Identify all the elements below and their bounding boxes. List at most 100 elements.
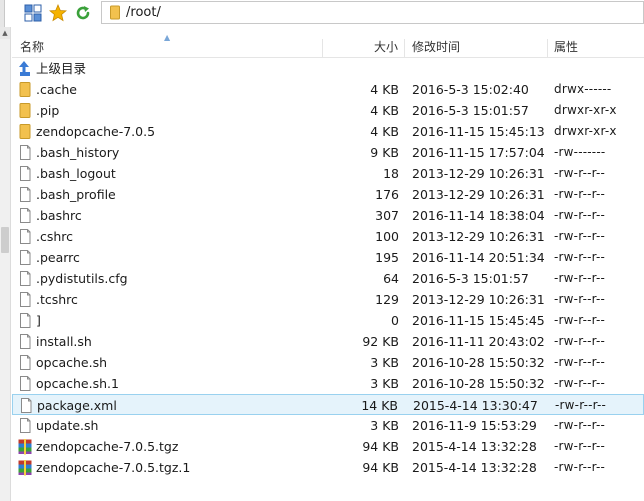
file-name: install.sh: [36, 334, 92, 349]
view-mode-button[interactable]: [22, 2, 44, 24]
file-modified-time: 2016-11-15 17:57:04: [412, 145, 545, 160]
file-attributes: -rw-r--r--: [554, 166, 606, 180]
file-row[interactable]: .cshrc 100 2013-12-29 10:26:31 -rw-r--r--: [12, 226, 644, 247]
file-size: 3 KB: [370, 418, 399, 433]
sort-ascending-icon: ▲: [164, 33, 171, 42]
column-divider[interactable]: [404, 39, 405, 57]
parent-directory-label: 上级目录: [36, 61, 87, 76]
file-attributes: -rw-------: [554, 145, 606, 159]
file-name: zendopcache-7.0.5.tgz.1: [36, 460, 191, 475]
file-modified-time: 2016-11-14 18:38:04: [412, 208, 545, 223]
file-row[interactable]: opcache.sh.1 3 KB 2016-10-28 15:50:32 -rw-r…: [12, 373, 644, 394]
file-size: 0: [391, 313, 399, 328]
file-name: .bash_history: [36, 145, 120, 160]
refresh-button[interactable]: [72, 2, 94, 24]
file-row[interactable]: update.sh 3 KB 2016-11-9 15:53:29 -rw-r--r-…: [12, 415, 644, 436]
file-icon: [20, 208, 31, 223]
file-icon: [20, 250, 31, 265]
file-modified-time: 2016-5-3 15:01:57: [412, 103, 529, 118]
file-name: .bash_profile: [36, 187, 116, 202]
file-size: 4 KB: [370, 82, 399, 97]
archive-icon: [18, 460, 32, 476]
file-modified-time: 2013-12-29 10:26:31: [412, 187, 545, 202]
file-icon: [20, 418, 31, 433]
scroll-up-arrow-icon[interactable]: ▲: [0, 27, 10, 39]
file-list: 上级目录 .cache 4 KB 2016-5-3 15:02:40 drwx----…: [12, 58, 644, 478]
file-row[interactable]: .pearrc 195 2016-11-14 20:51:34 -rw-r--r--: [12, 247, 644, 268]
file-name: .pip: [36, 103, 60, 118]
window-edge: [0, 0, 5, 27]
file-icon: [20, 376, 31, 391]
file-attributes: -rw-r--r--: [554, 208, 606, 222]
address-bar[interactable]: /root/: [101, 1, 644, 24]
file-row[interactable]: package.xml 14 KB 2015-4-14 13:30:47 -rw-r-…: [12, 394, 644, 415]
column-divider[interactable]: [547, 39, 548, 57]
file-row[interactable]: zendopcache-7.0.5.tgz.1 94 KB 2015-4-14 13…: [12, 457, 644, 478]
folder-icon: [19, 124, 31, 139]
file-row[interactable]: .bashrc 307 2016-11-14 18:38:04 -rw-r--r--: [12, 205, 644, 226]
file-size: 195: [375, 250, 399, 265]
file-size: 92 KB: [362, 334, 399, 349]
column-divider[interactable]: [322, 39, 323, 57]
file-size: 18: [383, 166, 399, 181]
star-icon: [49, 4, 67, 22]
file-modified-time: 2015-4-14 13:32:28: [412, 439, 537, 454]
file-row[interactable]: opcache.sh 3 KB 2016-10-28 15:50:32 -rw-r--…: [12, 352, 644, 373]
file-row[interactable]: .tcshrc 129 2013-12-29 10:26:31 -rw-r--r--: [12, 289, 644, 310]
file-modified-time: 2016-11-9 15:53:29: [412, 418, 537, 433]
file-size: 64: [383, 271, 399, 286]
file-row[interactable]: .pip 4 KB 2016-5-3 15:01:57 drwxr-xr-x: [12, 100, 644, 121]
file-attributes: -rw-r--r--: [554, 334, 606, 348]
file-modified-time: 2016-11-15 15:45:45: [412, 313, 545, 328]
file-modified-time: 2016-11-15 15:45:13: [412, 124, 545, 139]
file-name: .pydistutils.cfg: [36, 271, 128, 286]
file-row[interactable]: .cache 4 KB 2016-5-3 15:02:40 drwx------: [12, 79, 644, 100]
file-modified-time: 2016-5-3 15:01:57: [412, 271, 529, 286]
refresh-icon: [76, 6, 90, 20]
file-row[interactable]: .bash_profile 176 2013-12-29 10:26:31 -rw-r…: [12, 184, 644, 205]
archive-icon: [18, 439, 32, 455]
file-attributes: -rw-r--r--: [554, 355, 606, 369]
file-size: 307: [375, 208, 399, 223]
file-name: update.sh: [36, 418, 99, 433]
file-row[interactable]: .bash_logout 18 2013-12-29 10:26:31 -rw-r--…: [12, 163, 644, 184]
parent-directory-row[interactable]: 上级目录: [12, 58, 644, 79]
column-size-header[interactable]: 大小: [374, 36, 398, 58]
file-icon: [20, 355, 31, 370]
file-attributes: drwxr-xr-x: [554, 124, 617, 138]
file-row[interactable]: ] 0 2016-11-15 15:45:45 -rw-r--r--: [12, 310, 644, 331]
file-icon: [20, 313, 31, 328]
file-attributes: drwxr-xr-x: [554, 103, 617, 117]
file-size: 4 KB: [370, 124, 399, 139]
file-modified-time: 2016-10-28 15:50:32: [412, 355, 545, 370]
file-attributes: -rw-r--r--: [554, 439, 606, 453]
file-size: 100: [375, 229, 399, 244]
file-row[interactable]: .bash_history 9 KB 2016-11-15 17:57:04 -rw-…: [12, 142, 644, 163]
file-icon: [20, 229, 31, 244]
file-size: 3 KB: [370, 376, 399, 391]
toolbar: /root/: [0, 0, 644, 27]
folder-icon: [19, 103, 31, 118]
file-icon: [20, 334, 31, 349]
file-row[interactable]: install.sh 92 KB 2016-11-11 20:43:02 -rw-r-…: [12, 331, 644, 352]
favorites-button[interactable]: [47, 2, 69, 24]
column-attributes-header[interactable]: 属性: [554, 36, 578, 58]
file-name: ]: [36, 313, 41, 328]
file-attributes: -rw-r--r--: [554, 250, 606, 264]
file-size: 94 KB: [362, 460, 399, 475]
file-row[interactable]: zendopcache-7.0.5.tgz 94 KB 2015-4-14 13:3…: [12, 436, 644, 457]
column-name-header[interactable]: 名称: [20, 36, 44, 58]
file-name: .pearrc: [36, 250, 80, 265]
vertical-scrollbar[interactable]: ▲: [0, 27, 11, 501]
file-modified-time: 2015-4-14 13:32:28: [412, 460, 537, 475]
file-row[interactable]: .pydistutils.cfg 64 2016-5-3 15:01:57 -rw-r…: [12, 268, 644, 289]
column-modified-header[interactable]: 修改时间: [412, 36, 460, 58]
folder-icon: [110, 5, 120, 20]
file-name: .bashrc: [36, 208, 82, 223]
file-attributes: -rw-r--r--: [554, 460, 606, 474]
file-row[interactable]: zendopcache-7.0.5 4 KB 2016-11-15 15:45:13…: [12, 121, 644, 142]
scrollbar-thumb[interactable]: [1, 227, 9, 253]
folder-icon: [19, 82, 31, 97]
file-attributes: -rw-r--r--: [554, 376, 606, 390]
file-attributes: -rw-r--r--: [554, 418, 606, 432]
